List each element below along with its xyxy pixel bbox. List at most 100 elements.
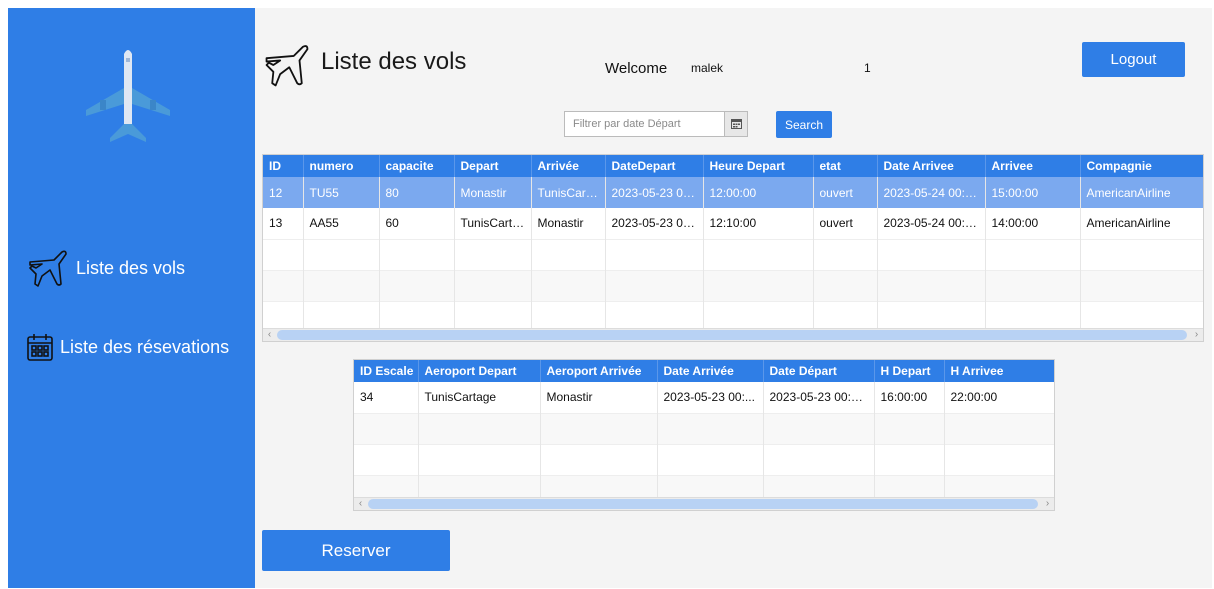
column-header[interactable]: etat [813, 155, 878, 177]
plane-logo-icon [86, 50, 170, 142]
empty-cell [944, 412, 1054, 444]
column-header[interactable]: H Arrivee [944, 360, 1054, 382]
nav-item-liste-des-vols[interactable]: Liste des vols [26, 248, 185, 288]
table-cell: 12 [263, 177, 304, 208]
empty-cell [263, 238, 304, 270]
column-header[interactable]: ID Escale [354, 360, 419, 382]
empty-cell [944, 443, 1054, 475]
column-header[interactable]: Heure Depart [703, 155, 814, 177]
empty-cell [605, 269, 704, 301]
table-header-row: ID Escale Aeroport Depart Aeroport Arrivée… [354, 360, 1054, 382]
empty-cell [263, 269, 304, 301]
column-header[interactable]: Arrivee [985, 155, 1081, 177]
empty-cell [763, 443, 875, 475]
column-header[interactable]: Compagnie [1080, 155, 1203, 177]
welcome-label: Welcome [605, 60, 668, 77]
empty-cell [813, 269, 878, 301]
column-header[interactable]: H Depart [874, 360, 945, 382]
plane-outline-icon [262, 42, 312, 93]
empty-cell [605, 238, 704, 270]
table-cell: TunisCartage [418, 382, 541, 413]
table-row[interactable]: 13 AA55 60 TunisCarta... Monastir 2023-05-23 … [263, 208, 1203, 239]
reserver-button[interactable]: Reserver [262, 530, 450, 571]
table-cell: 13 [263, 208, 304, 239]
empty-cell [540, 443, 658, 475]
column-header[interactable]: ID [263, 155, 304, 177]
table-cell: TU55 [303, 177, 380, 208]
table-cell: 2023-05-24 00:0... [877, 177, 986, 208]
scroll-right-icon[interactable]: › [1041, 498, 1054, 510]
table-cell: Monastir [531, 208, 606, 239]
date-depart-filter-input[interactable] [564, 111, 724, 137]
empty-cell [877, 269, 986, 301]
empty-cell [985, 269, 1081, 301]
calendar-icon [730, 119, 742, 129]
horizontal-scrollbar[interactable]: ‹ › [263, 328, 1203, 341]
table-cell: 14:00:00 [985, 208, 1081, 239]
empty-cell [813, 238, 878, 270]
escale-table: ID Escale Aeroport Depart Aeroport Arrivée… [353, 359, 1055, 511]
nav-label: Liste des vols [76, 257, 186, 278]
table-cell: Monastir [540, 382, 658, 413]
table-header-row: ID numero capacite Depart Arrivée DateDepart H… [263, 155, 1203, 177]
table-cell: 12:00:00 [703, 177, 814, 208]
table-row[interactable]: 34 TunisCartage Monastir 2023-05-23 00:... 2… [354, 382, 1054, 413]
nav-label: Liste des résevations [60, 336, 230, 357]
empty-row [354, 443, 1054, 475]
column-header[interactable]: Arrivée [531, 155, 606, 177]
empty-cell [540, 412, 658, 444]
scroll-right-icon[interactable]: › [1190, 329, 1203, 341]
empty-cell [1080, 238, 1203, 270]
empty-cell [531, 269, 606, 301]
empty-cell [379, 238, 455, 270]
empty-cell [985, 238, 1081, 270]
column-header[interactable]: numero [303, 155, 380, 177]
table-cell: 60 [379, 208, 455, 239]
search-button[interactable]: Search [776, 111, 832, 138]
scroll-thumb[interactable] [368, 499, 1038, 509]
empty-cell [379, 269, 455, 301]
scroll-left-icon[interactable]: ‹ [263, 329, 276, 341]
empty-cell [354, 443, 419, 475]
column-header[interactable]: Date Arrivee [877, 155, 986, 177]
column-header[interactable]: Aeroport Depart [418, 360, 541, 382]
table-cell: Monastir [454, 177, 532, 208]
page-title: Liste des vols [321, 48, 467, 75]
table-cell: 80 [379, 177, 455, 208]
empty-cell [531, 238, 606, 270]
empty-cell [454, 269, 532, 301]
table-cell: 2023-05-23 00:... [657, 382, 764, 413]
empty-cell [418, 443, 541, 475]
column-header[interactable]: capacite [379, 155, 455, 177]
empty-cell [657, 443, 764, 475]
column-header[interactable]: Date Arrivée [657, 360, 764, 382]
empty-cell [703, 238, 814, 270]
table-cell: 2023-05-23 00:0... [763, 382, 875, 413]
empty-cell [418, 412, 541, 444]
empty-row [263, 238, 1203, 270]
nav-item-liste-des-reservations[interactable]: Liste des résevations [26, 332, 229, 362]
horizontal-scrollbar[interactable]: ‹ › [354, 497, 1054, 510]
logout-button[interactable]: Logout [1082, 42, 1185, 77]
empty-cell [303, 269, 380, 301]
table-cell: 22:00:00 [944, 382, 1054, 413]
empty-cell [354, 412, 419, 444]
empty-row [263, 269, 1203, 301]
scroll-thumb[interactable] [277, 330, 1187, 340]
date-picker-button[interactable] [724, 111, 748, 137]
empty-cell [877, 238, 986, 270]
column-header[interactable]: Date Départ [763, 360, 875, 382]
table-cell: 2023-05-24 00:0... [877, 208, 986, 239]
empty-cell [763, 412, 875, 444]
column-header[interactable]: Aeroport Arrivée [540, 360, 658, 382]
column-header[interactable]: DateDepart [605, 155, 704, 177]
table-cell: 2023-05-23 00... [605, 177, 704, 208]
column-header[interactable]: Depart [454, 155, 532, 177]
table-cell: AA55 [303, 208, 380, 239]
table-row[interactable]: 12 TU55 80 Monastir TunisCart... 2023-05-23 0… [263, 177, 1203, 208]
table-cell: TunisCart... [531, 177, 606, 208]
table-cell: 34 [354, 382, 419, 413]
empty-cell [454, 238, 532, 270]
scroll-left-icon[interactable]: ‹ [354, 498, 367, 510]
empty-cell [703, 269, 814, 301]
